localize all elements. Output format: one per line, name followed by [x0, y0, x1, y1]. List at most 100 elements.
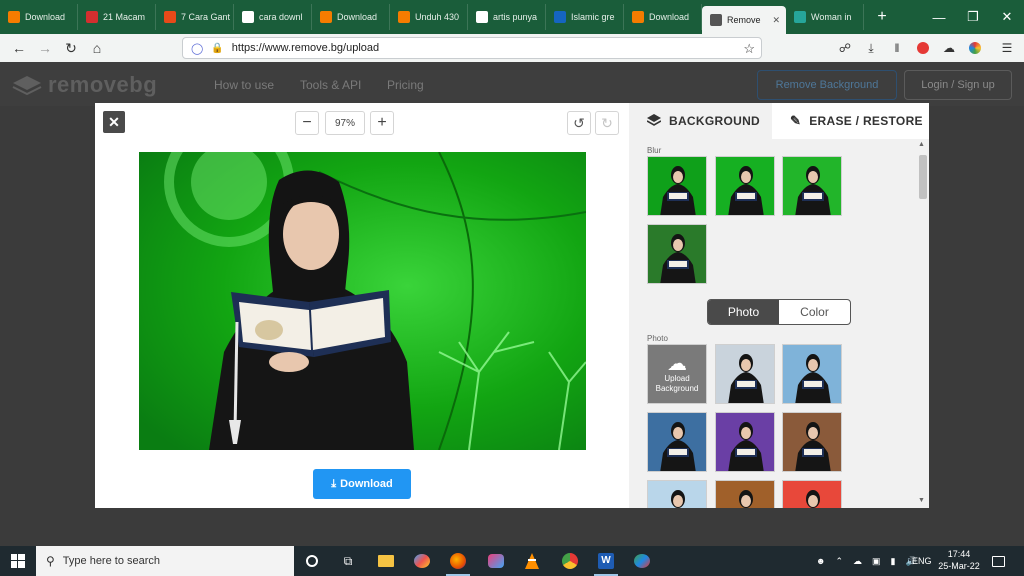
- new-tab-button[interactable]: +: [870, 8, 894, 26]
- photo-background-thumbnail[interactable]: [715, 344, 775, 404]
- nav-tools-api[interactable]: Tools & API: [300, 78, 361, 92]
- browser-tab[interactable]: Download: [624, 4, 702, 30]
- blur-thumbnail[interactable]: [715, 156, 775, 216]
- tab-favicon-icon: [164, 11, 176, 23]
- windows-start-icon[interactable]: [0, 546, 36, 576]
- extension-red-icon[interactable]: [910, 34, 936, 62]
- site-header: removebg How to use Tools & API Pricing …: [0, 62, 1024, 106]
- photo-background-thumbnail[interactable]: [647, 480, 707, 508]
- tab-erase-restore[interactable]: ✎ ERASE / RESTORE: [772, 103, 929, 139]
- browser-tab[interactable]: 7 Cara Gant: [156, 4, 234, 30]
- nav-how-to-use[interactable]: How to use: [214, 78, 274, 92]
- browser-tab[interactable]: cara downl: [234, 4, 312, 30]
- zoom-out-button[interactable]: −: [295, 111, 319, 135]
- downloads-icon[interactable]: ⤓: [858, 34, 884, 62]
- login-signup-button[interactable]: Login / Sign up: [904, 70, 1012, 100]
- paint3d-icon[interactable]: [478, 546, 514, 576]
- shield-icon: ◯: [191, 42, 204, 55]
- nav-pricing[interactable]: Pricing: [387, 78, 424, 92]
- address-bar[interactable]: ◯ 🔒 https://www.remove.bg/upload ☆: [182, 37, 762, 59]
- scroll-thumb[interactable]: [919, 155, 927, 199]
- photo-background-thumbnail[interactable]: [782, 344, 842, 404]
- menu-icon[interactable]: ☰: [994, 34, 1020, 62]
- photo-background-thumbnail[interactable]: [715, 480, 775, 508]
- bookmark-star-icon[interactable]: ☆: [743, 41, 755, 57]
- language-indicator[interactable]: ENG: [912, 546, 932, 576]
- word-icon[interactable]: W: [588, 546, 624, 576]
- photo-background-thumbnail[interactable]: [715, 412, 775, 472]
- removebg-logo[interactable]: removebg: [12, 72, 157, 98]
- tab-label: 21 Macam: [103, 12, 146, 22]
- remove-background-button[interactable]: Remove Background: [757, 70, 897, 100]
- close-window-icon[interactable]: ✕: [990, 0, 1024, 34]
- cortana-icon[interactable]: [294, 546, 330, 576]
- browser-tab[interactable]: Download: [312, 4, 390, 30]
- toggle-color[interactable]: Color: [779, 300, 850, 324]
- network-icon[interactable]: ▣: [872, 556, 881, 567]
- photo-background-thumbnail[interactable]: [647, 412, 707, 472]
- browser-tab[interactable]: Remove ✕: [702, 6, 786, 34]
- zoom-level: 97%: [325, 111, 365, 135]
- task-view-icon[interactable]: ⧉: [330, 546, 366, 576]
- tab-background-label: BACKGROUND: [669, 114, 760, 128]
- pocket-icon[interactable]: ☍: [832, 34, 858, 62]
- photo-background-thumbnail[interactable]: [782, 480, 842, 508]
- home-icon[interactable]: ⌂: [84, 35, 110, 61]
- blur-thumbnail[interactable]: [647, 224, 707, 284]
- background-panel: BACKGROUND ✎ ERASE / RESTORE Blur Photo …: [629, 103, 929, 508]
- extension-cloud-icon[interactable]: ☁: [936, 34, 962, 62]
- tab-erase-label: ERASE / RESTORE: [809, 114, 923, 128]
- logo-layers-icon: [12, 76, 42, 96]
- blur-thumbnail[interactable]: [647, 156, 707, 216]
- browser-tab[interactable]: Islamic gre: [546, 4, 624, 30]
- browser-tab-strip: Download 21 Macam 7 Cara Gant cara downl Dow…: [0, 0, 1024, 34]
- photo-background-thumbnail[interactable]: [782, 412, 842, 472]
- tab-label: artis punya: [493, 12, 538, 22]
- zoom-in-button[interactable]: +: [370, 111, 394, 135]
- toggle-photo[interactable]: Photo: [708, 300, 779, 324]
- library-icon[interactable]: ‖: [884, 34, 910, 62]
- notifications-icon[interactable]: [992, 546, 1005, 576]
- tab-favicon-icon: [242, 11, 254, 23]
- extension-color-icon[interactable]: [962, 34, 988, 62]
- tab-background[interactable]: BACKGROUND: [629, 103, 772, 139]
- reload-icon[interactable]: ↻: [58, 35, 84, 61]
- tab-favicon-icon: [554, 11, 566, 23]
- taskbar-search-box[interactable]: ⚲ Type here to search: [36, 546, 294, 576]
- firefox-icon[interactable]: [440, 546, 476, 576]
- forward-icon[interactable]: →: [32, 35, 58, 61]
- upload-background-tile[interactable]: ☁ Upload Background: [647, 344, 707, 404]
- onedrive-icon[interactable]: ☁: [853, 556, 862, 567]
- paint-app-icon[interactable]: [404, 546, 440, 576]
- restore-icon[interactable]: ❐: [956, 0, 990, 34]
- tab-label: Download: [25, 12, 66, 22]
- browser-tab[interactable]: Download: [0, 4, 78, 30]
- editor-modal: ✕ − 97% + ↺ ↻ ⤓ Download BACKGROUND ✎ ER…: [95, 103, 929, 508]
- media-app-icon[interactable]: [624, 546, 660, 576]
- browser-tab[interactable]: 21 Macam: [78, 4, 156, 30]
- taskbar-clock[interactable]: 17:44 25-Mar-22: [933, 548, 985, 572]
- vlc-icon[interactable]: [514, 546, 550, 576]
- logo-text: removebg: [48, 72, 158, 97]
- close-editor-button[interactable]: ✕: [103, 111, 125, 133]
- photo-color-toggle: Photo Color: [707, 299, 851, 325]
- panel-scrollbar[interactable]: ▲ ▼: [916, 139, 929, 508]
- download-button[interactable]: ⤓ Download: [313, 469, 411, 499]
- minimize-icon[interactable]: —: [922, 0, 956, 34]
- battery-icon[interactable]: ▮: [891, 556, 896, 567]
- people-icon[interactable]: ☻: [816, 556, 825, 566]
- chrome-icon[interactable]: [552, 546, 588, 576]
- file-explorer-icon[interactable]: [368, 546, 404, 576]
- browser-tab[interactable]: artis punya: [468, 4, 546, 30]
- redo-button[interactable]: ↻: [595, 111, 619, 135]
- tab-label: Unduh 430: [415, 12, 460, 22]
- browser-tab[interactable]: Unduh 430: [390, 4, 468, 30]
- browser-tab[interactable]: Woman in: [786, 4, 864, 30]
- back-icon[interactable]: ←: [6, 35, 32, 61]
- scroll-down-icon[interactable]: ▼: [918, 497, 925, 504]
- tray-chevron-icon[interactable]: ⌃: [835, 556, 843, 567]
- blur-thumbnail[interactable]: [782, 156, 842, 216]
- scroll-up-icon[interactable]: ▲: [918, 141, 925, 148]
- close-tab-icon[interactable]: ✕: [772, 15, 780, 26]
- undo-button[interactable]: ↺: [567, 111, 591, 135]
